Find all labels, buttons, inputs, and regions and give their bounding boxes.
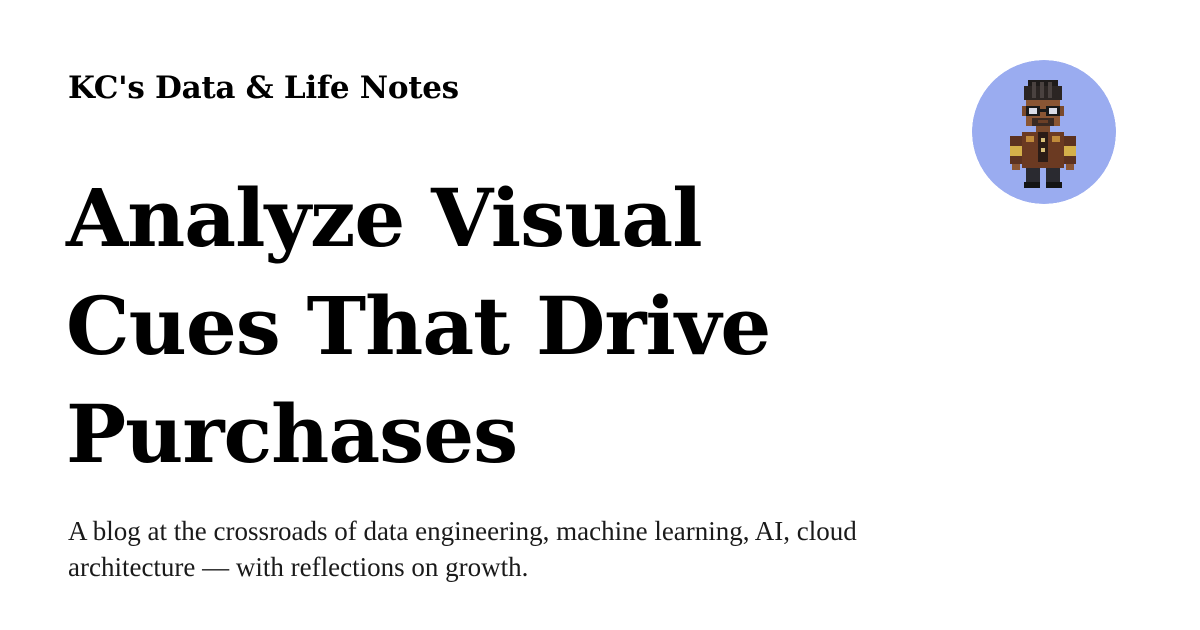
- blog-tagline: A blog at the crossroads of data enginee…: [68, 516, 857, 582]
- avatar: [972, 60, 1116, 204]
- post-title: Analyze Visual Cues That Drive Purchases: [66, 171, 771, 481]
- social-share-card: KC's Data & Life Notes Analyze Visual Cu…: [0, 0, 1200, 630]
- site-name: KC's Data & Life Notes: [68, 70, 459, 106]
- pixel-art-person-avatar-icon: [972, 60, 1116, 204]
